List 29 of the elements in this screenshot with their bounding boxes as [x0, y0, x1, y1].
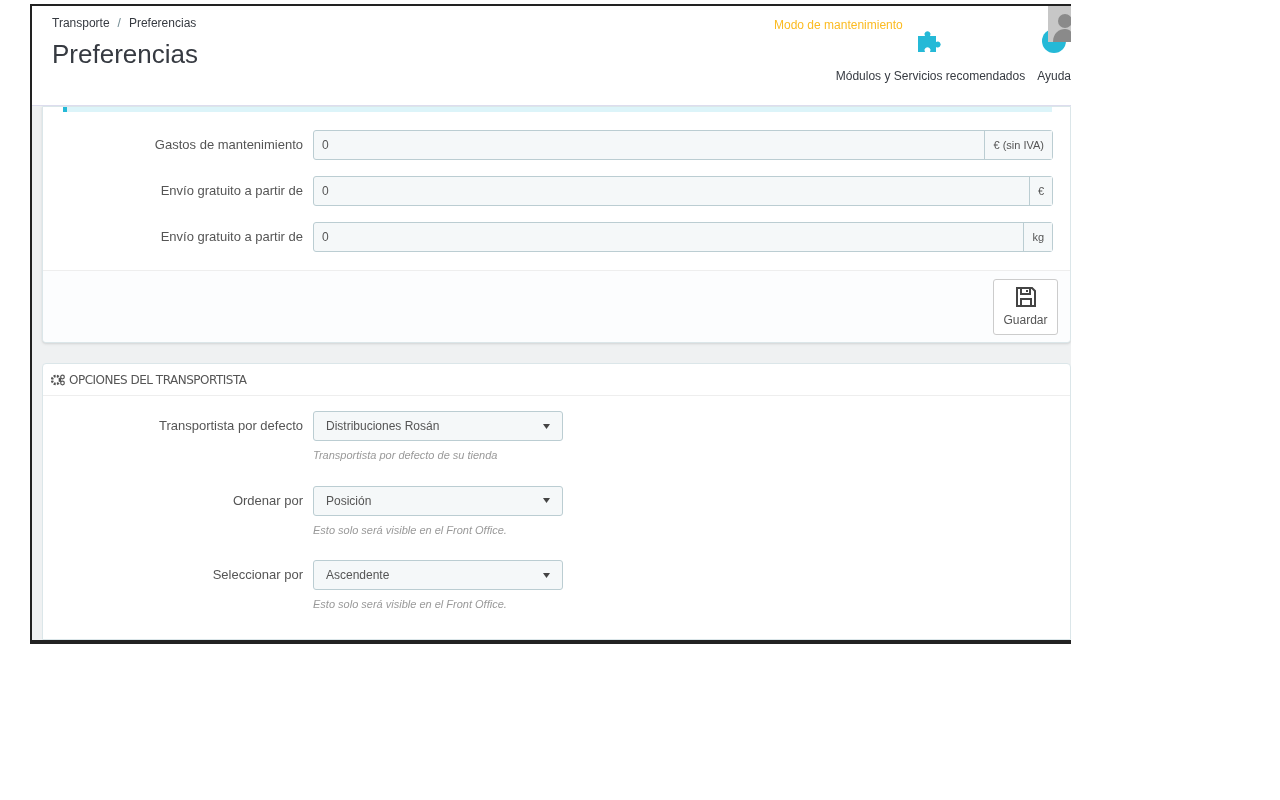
select-field[interactable]: Posición — [313, 485, 563, 516]
caret-icon — [543, 498, 550, 503]
field-label: Seleccionar por — [211, 566, 303, 584]
help-text: Esto solo será visible en el Front Office. — [313, 597, 508, 612]
field-label: Ordenar por — [231, 491, 303, 510]
select-field[interactable]: Distribuciones Rosán — [313, 411, 563, 441]
select-field[interactable]: Ascendente — [313, 560, 563, 590]
breadcrumb-separator: / — [117, 15, 121, 32]
field-label: Envío gratuito a partir de — [159, 182, 303, 201]
caret-icon — [543, 572, 550, 578]
unit-addon: € — [1028, 177, 1052, 205]
save-button[interactable]: Guardar — [993, 278, 1058, 335]
field-label: Gastos de mantenimiento — [153, 136, 303, 155]
input-field[interactable]: 0 € — [313, 176, 1053, 206]
input-field[interactable]: 0 kg — [313, 222, 1053, 252]
help-text: Esto solo será visible en el Front Office. — [313, 522, 508, 538]
input-field[interactable]: 0 € (sin IVA) — [313, 130, 1053, 160]
user-icon — [1053, 12, 1071, 42]
field-label: Envío gratuito a partir de — [159, 228, 303, 247]
unit-addon: € (sin IVA) — [984, 131, 1052, 159]
field-label: Transportista por defecto — [157, 417, 303, 435]
breadcrumb-link[interactable]: Transporte — [52, 14, 110, 32]
breadcrumb-link[interactable]: Preferencias — [128, 14, 197, 32]
help-text: Transportista por defecto de su tienda — [313, 448, 499, 463]
unit-addon: kg — [1023, 223, 1052, 251]
caret-icon — [543, 423, 550, 429]
panel-heading: OPCIONES DEL TRANSPORTISTA — [69, 371, 247, 389]
avatar[interactable] — [1048, 6, 1071, 42]
page-title: Preferencias — [52, 38, 198, 71]
